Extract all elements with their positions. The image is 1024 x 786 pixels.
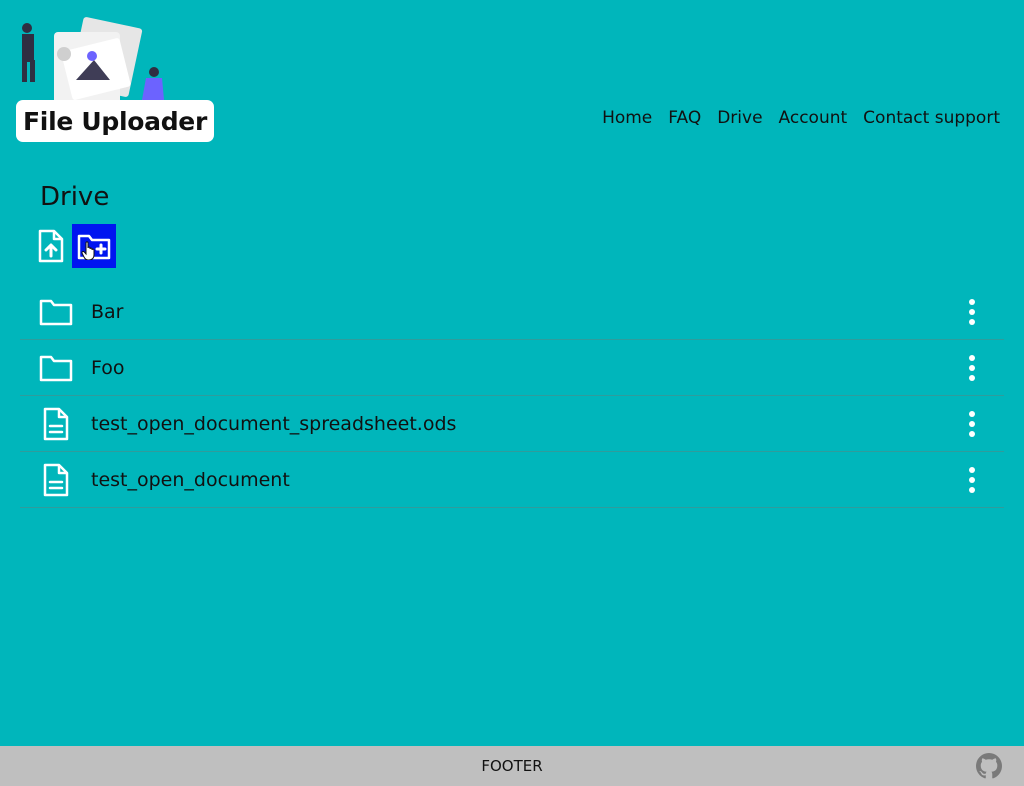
more-options-icon[interactable] <box>962 353 982 383</box>
more-options-icon[interactable] <box>962 297 982 327</box>
footer-text: FOOTER <box>481 757 543 775</box>
list-item-file-spreadsheet[interactable]: test_open_document_spreadsheet.ods <box>20 396 1004 452</box>
drive-actions <box>33 224 116 268</box>
nav-drive[interactable]: Drive <box>717 108 762 128</box>
item-name: test_open_document <box>91 468 290 491</box>
main-nav: Home FAQ Drive Account Contact support <box>586 108 1000 128</box>
item-name: Foo <box>91 356 125 379</box>
upload-file-icon <box>38 229 64 263</box>
footer: FOOTER <box>0 746 1024 786</box>
logo[interactable]: File Uploader <box>16 100 214 142</box>
logo-illustration <box>22 17 164 106</box>
page-title: Drive <box>40 182 110 212</box>
item-name: test_open_document_spreadsheet.ods <box>91 412 457 435</box>
nav-contact-support[interactable]: Contact support <box>863 108 1000 128</box>
new-folder-icon <box>77 234 111 260</box>
list-item-file-document[interactable]: test_open_document <box>20 452 1004 508</box>
nav-home[interactable]: Home <box>602 108 652 128</box>
more-options-icon[interactable] <box>962 465 982 495</box>
nav-faq[interactable]: FAQ <box>668 108 701 128</box>
folder-icon <box>38 298 74 326</box>
github-icon[interactable] <box>976 753 1002 779</box>
folder-icon <box>38 354 74 382</box>
document-icon <box>38 463 74 497</box>
list-item-folder-foo[interactable]: Foo <box>20 340 1004 396</box>
logo-text: File Uploader <box>23 106 207 136</box>
document-icon <box>38 407 74 441</box>
list-item-folder-bar[interactable]: Bar <box>20 284 1004 340</box>
upload-file-button[interactable] <box>33 224 69 268</box>
header: File Uploader Home FAQ Drive Account Con… <box>0 0 1024 150</box>
item-name: Bar <box>91 300 124 323</box>
nav-account[interactable]: Account <box>779 108 848 128</box>
more-options-icon[interactable] <box>962 409 982 439</box>
new-folder-button[interactable] <box>72 224 116 268</box>
file-list: Bar Foo test_open_document_spreadsheet.o… <box>20 284 1004 508</box>
